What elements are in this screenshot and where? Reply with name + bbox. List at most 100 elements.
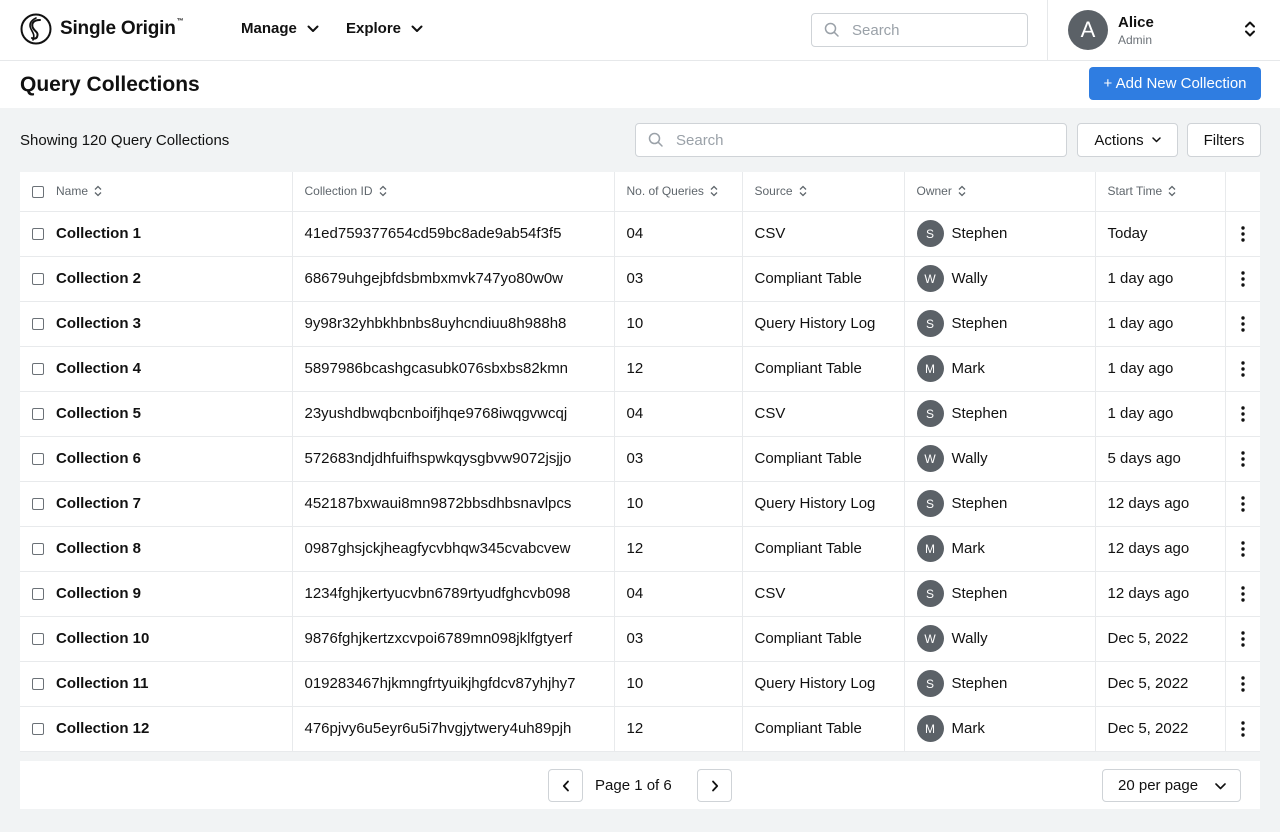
per-page-select[interactable]: 20 per page — [1102, 769, 1241, 802]
table-row[interactable]: Collection 5 23yushdbwqbcnboifjhqe9768iwq… — [20, 391, 1260, 437]
collection-name[interactable]: Collection 8 — [56, 540, 141, 557]
collection-name[interactable]: Collection 2 — [56, 270, 141, 287]
cell-source: Compliant Table — [741, 616, 904, 662]
cell-name[interactable]: Collection 3 — [20, 301, 292, 347]
row-checkbox[interactable] — [32, 228, 44, 241]
table-row[interactable]: Collection 1 41ed759377654cd59bc8ade9ab54… — [20, 211, 1260, 257]
kebab-menu-icon — [1241, 405, 1245, 422]
row-menu-button[interactable] — [1238, 585, 1249, 602]
up-down-chevron-icon[interactable] — [1243, 20, 1257, 38]
table-row[interactable]: Collection 2 68679uhgejbfdsbmbxmvk747yo80… — [20, 256, 1260, 302]
table-row[interactable]: Collection 4 5897986bcashgcasubk076sbxbs8… — [20, 346, 1260, 392]
kebab-menu-icon — [1241, 720, 1245, 737]
row-menu-button[interactable] — [1238, 315, 1249, 332]
cell-owner: S Stephen — [903, 571, 1095, 617]
cell-name[interactable]: Collection 1 — [20, 211, 292, 257]
add-new-collection-button[interactable]: + Add New Collection — [1089, 67, 1261, 100]
actions-label: Actions — [1094, 131, 1144, 149]
collection-search-input[interactable] — [676, 131, 1056, 149]
row-menu-button[interactable] — [1238, 630, 1249, 647]
column-header-name[interactable]: Name — [20, 172, 292, 212]
cell-name[interactable]: Collection 10 — [20, 616, 292, 662]
collection-name[interactable]: Collection 10 — [56, 630, 149, 647]
collection-name[interactable]: Collection 7 — [56, 495, 141, 512]
row-menu-button[interactable] — [1238, 225, 1249, 242]
row-checkbox[interactable] — [32, 273, 44, 286]
previous-page-button[interactable] — [548, 769, 583, 802]
next-page-button[interactable] — [697, 769, 732, 802]
table-row[interactable]: Collection 8 0987ghsjckjheagfycvbhqw345cv… — [20, 526, 1260, 572]
cell-name[interactable]: Collection 2 — [20, 256, 292, 302]
row-checkbox[interactable] — [32, 678, 44, 691]
collection-name[interactable]: Collection 12 — [56, 720, 149, 737]
column-header-source[interactable]: Source — [741, 172, 904, 212]
collection-name[interactable]: Collection 5 — [56, 405, 141, 422]
row-checkbox[interactable] — [32, 543, 44, 556]
row-checkbox[interactable] — [32, 498, 44, 511]
brand-logo[interactable]: Single Origin™ — [20, 13, 184, 45]
nav-manage[interactable]: Manage — [241, 20, 319, 37]
owner: M Mark — [916, 355, 1083, 382]
row-checkbox[interactable] — [32, 318, 44, 331]
cell-name[interactable]: Collection 11 — [20, 661, 292, 707]
row-menu-button[interactable] — [1238, 270, 1249, 287]
column-header-owner[interactable]: Owner — [903, 172, 1095, 212]
cell-name[interactable]: Collection 7 — [20, 481, 292, 527]
table-row[interactable]: Collection 12 476pjvy6u5eyr6u5i7hvgjytwer… — [20, 706, 1260, 752]
column-header-start-time[interactable]: Start Time — [1094, 172, 1225, 212]
actions-button[interactable]: Actions — [1077, 123, 1178, 157]
cell-name[interactable]: Collection 6 — [20, 436, 292, 482]
row-menu-button[interactable] — [1238, 495, 1249, 512]
table-row[interactable]: Collection 7 452187bxwaui8mn9872bbsdhbsna… — [20, 481, 1260, 527]
owner-name: Stephen — [951, 675, 1008, 692]
search-icon — [824, 22, 839, 37]
search-icon — [648, 132, 663, 147]
cell-row-actions — [1224, 661, 1260, 707]
cell-name[interactable]: Collection 12 — [20, 706, 292, 752]
row-menu-button[interactable] — [1238, 450, 1249, 467]
cell-name[interactable]: Collection 5 — [20, 391, 292, 437]
table-row[interactable]: Collection 6 572683ndjdhfuifhspwkqysgbvw9… — [20, 436, 1260, 482]
collection-name[interactable]: Collection 11 — [56, 675, 149, 692]
row-menu-button[interactable] — [1238, 405, 1249, 422]
table-row[interactable]: Collection 11 019283467hjkmngfrtyuikjhgfd… — [20, 661, 1260, 707]
row-menu-button[interactable] — [1238, 675, 1249, 692]
column-header-name-label: Name — [56, 184, 89, 199]
cell-name[interactable]: Collection 4 — [20, 346, 292, 392]
cell-row-actions — [1224, 391, 1260, 437]
row-checkbox[interactable] — [32, 633, 44, 646]
cell-owner: W Wally — [903, 436, 1095, 482]
select-all-checkbox[interactable] — [32, 186, 44, 199]
global-search-input[interactable] — [852, 21, 1002, 39]
row-checkbox[interactable] — [32, 588, 44, 601]
row-checkbox[interactable] — [32, 453, 44, 466]
row-menu-button[interactable] — [1238, 720, 1249, 737]
row-menu-button[interactable] — [1238, 540, 1249, 557]
row-checkbox[interactable] — [32, 408, 44, 421]
nav-explore[interactable]: Explore — [346, 20, 423, 37]
collection-name[interactable]: Collection 6 — [56, 450, 141, 467]
collection-name[interactable]: Collection 9 — [56, 585, 141, 602]
collection-name[interactable]: Collection 3 — [56, 315, 141, 332]
collection-name[interactable]: Collection 1 — [56, 225, 141, 242]
row-checkbox[interactable] — [32, 363, 44, 376]
column-header-collection-id[interactable]: Collection ID — [291, 172, 614, 212]
collection-name[interactable]: Collection 4 — [56, 360, 141, 377]
cell-name[interactable]: Collection 9 — [20, 571, 292, 617]
cell-source: CSV — [741, 391, 904, 437]
table-row[interactable]: Collection 3 9y98r32yhbkhbnbs8uyhcndiuu8h… — [20, 301, 1260, 347]
row-checkbox[interactable] — [32, 723, 44, 736]
table-row[interactable]: Collection 9 1234fghjkertyucvbn6789rtyudf… — [20, 571, 1260, 617]
filters-button[interactable]: Filters — [1187, 123, 1261, 157]
table-row[interactable]: Collection 10 9876fghjkertzxcvpoi6789mn09… — [20, 616, 1260, 662]
cell-queries: 12 — [613, 526, 742, 572]
row-menu-button[interactable] — [1238, 360, 1249, 377]
cell-queries: 04 — [613, 391, 742, 437]
column-header-queries[interactable]: No. of Queries — [613, 172, 742, 212]
cell-collection-id: 476pjvy6u5eyr6u5i7hvgjytwery4uh89pjh — [291, 706, 614, 752]
owner-name: Stephen — [951, 405, 1008, 422]
cell-name[interactable]: Collection 8 — [20, 526, 292, 572]
cell-start-time: 1 day ago — [1094, 346, 1225, 392]
cell-collection-id: 019283467hjkmngfrtyuikjhgfdcv87yhjhy7 — [291, 661, 614, 707]
avatar[interactable]: A — [1068, 10, 1108, 50]
